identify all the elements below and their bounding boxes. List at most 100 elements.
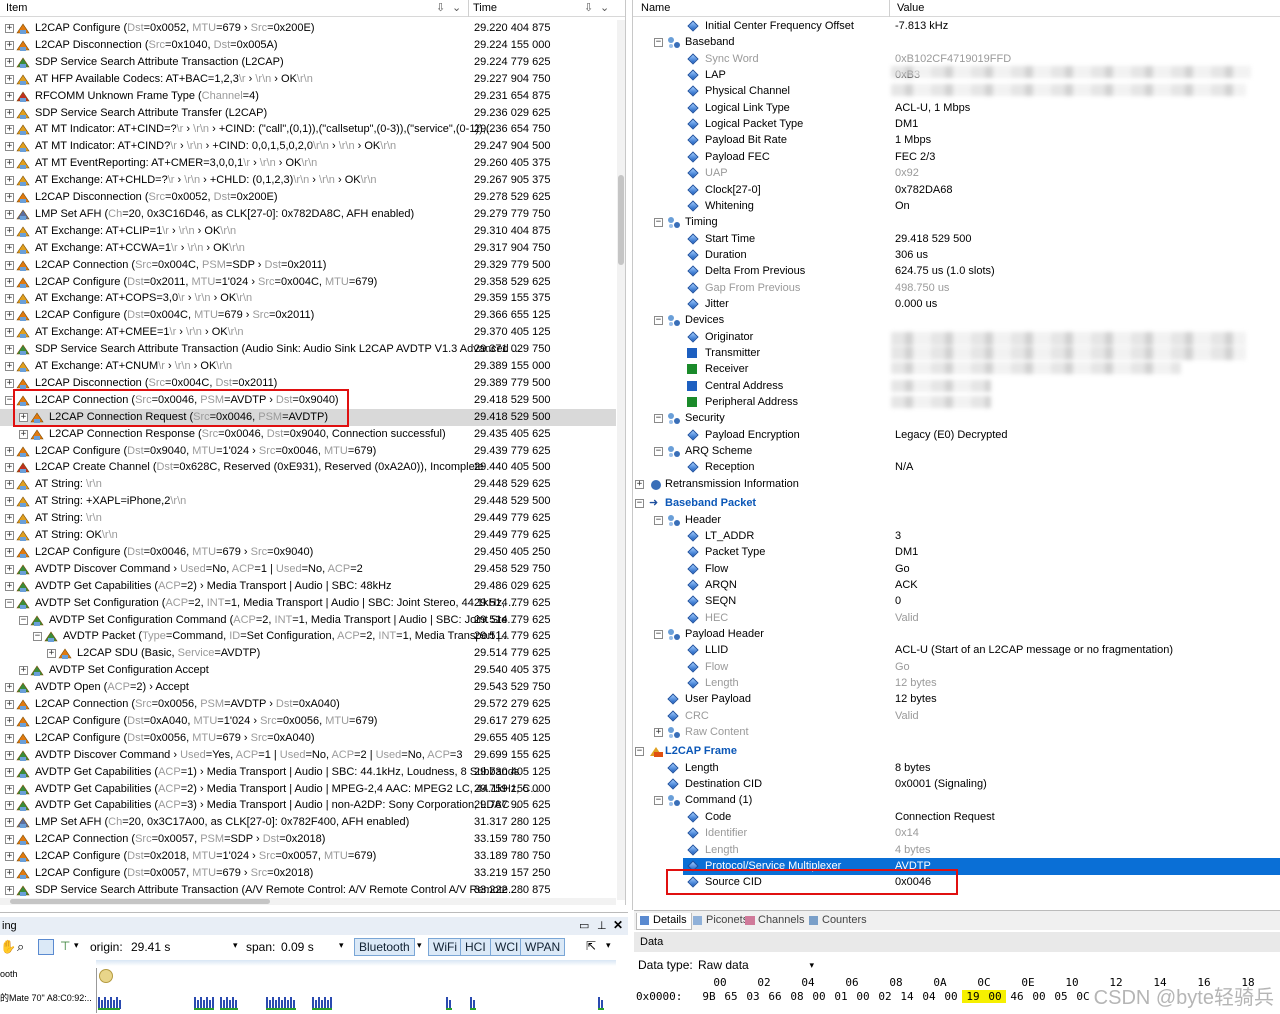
packet-row[interactable]: − AVDTP Set Configuration Command (ACP=2,… [0,612,616,629]
packet-row[interactable]: + L2CAP Configure (Dst=0x0052, MTU=679 › … [0,20,616,37]
expand-toggle[interactable]: + [5,243,14,253]
detail-row[interactable]: Jitter 0.000 us [633,296,1280,313]
column-divider[interactable] [889,0,890,17]
packet-row[interactable]: + L2CAP Connection (Src=0x004C, PSM=SDP ›… [0,257,616,274]
expand-toggle[interactable]: + [5,125,14,135]
hex-byte[interactable]: 0C [1072,990,1094,1003]
column-header-value[interactable]: Value [897,0,924,17]
expand-toggle[interactable]: + [5,885,14,895]
packet-row[interactable]: + AVDTP Discover Command › Used=No, ACP=1… [0,561,616,578]
tab-details[interactable]: Details [636,913,692,930]
expand-toggle[interactable]: + [5,700,14,709]
detail-row[interactable]: − Baseband [633,34,1280,51]
close-icon[interactable]: ✕ [613,918,623,932]
scrollbar-thumb[interactable] [618,175,624,265]
detail-row[interactable]: Reception N/A [633,459,1280,476]
packet-row[interactable]: + AT String: OK\r\n 29.449 779 625 [0,527,616,544]
packet-row[interactable]: + L2CAP Disconnection (Src=0x0052, Dst=0x… [0,189,616,206]
collapse-toggle[interactable]: − [654,414,663,424]
packet-row[interactable]: + AT String: \r\n 29.448 529 625 [0,476,616,493]
expand-toggle[interactable]: + [5,24,14,33]
detail-row[interactable]: Whitening On [633,198,1280,215]
select-tool-icon[interactable] [38,939,54,955]
detail-row[interactable]: HEC Valid [633,610,1280,627]
packet-row[interactable]: + SDP Service Search Attribute Transactio… [0,54,616,71]
packet-row[interactable]: + AT MT EventReporting: AT+CMER=3,0,0,1\r… [0,155,616,172]
packet-row[interactable]: − AVDTP Set Configuration (ACP=2, INT=1, … [0,595,616,612]
packet-row[interactable]: + L2CAP Connection Response (Src=0x0046, … [0,426,616,443]
packet-row[interactable]: + AVDTP Get Capabilities (ACP=2) › Media … [0,781,616,798]
expand-toggle[interactable]: + [5,328,14,338]
detail-row[interactable]: Start Time 29.418 529 500 [633,231,1280,248]
expand-toggle[interactable]: + [5,226,14,236]
packet-row[interactable]: + L2CAP Configure (Dst=0x0056, MTU=679 › … [0,730,616,747]
packet-row[interactable]: + L2CAP Connection (Src=0x0057, PSM=SDP ›… [0,831,616,848]
expand-toggle[interactable]: + [5,209,14,219]
expand-toggle[interactable]: + [5,547,14,557]
expand-toggle[interactable]: + [5,818,14,828]
expand-toggle[interactable]: + [5,193,14,202]
detail-row[interactable]: + Raw Content [633,724,1280,741]
hex-byte[interactable]: 66 [764,990,786,1003]
expand-toggle[interactable]: + [5,294,14,304]
expand-toggle[interactable]: + [5,446,14,456]
detail-row[interactable]: − Header [633,512,1280,529]
collapse-toggle[interactable]: − [654,447,663,457]
hex-byte[interactable]: 46 [1006,990,1028,1003]
packet-row[interactable]: + AT Exchange: AT+CLIP=1\r › \r\n › OK\r\… [0,223,616,240]
expand-toggle[interactable]: + [5,108,14,118]
packet-row[interactable]: + AT MT Indicator: AT+CIND?\r › \r\n › +C… [0,138,616,155]
hex-byte[interactable]: 9B [698,990,720,1003]
packet-row[interactable]: + AT String: +XAPL=iPhone,2\r\n 29.448 529… [0,493,616,510]
expand-toggle[interactable]: + [5,514,14,524]
expand-toggle[interactable]: + [635,479,644,489]
expand-toggle[interactable]: + [5,362,14,371]
collapse-toggle[interactable]: − [654,218,663,228]
detail-row[interactable]: − ARQ Scheme [633,443,1280,460]
expand-toggle[interactable]: + [5,835,14,845]
detail-row[interactable]: − Security [633,410,1280,427]
expand-toggle[interactable]: + [5,581,14,591]
packet-row[interactable]: + AVDTP Get Capabilities (ACP=3) › Media … [0,797,616,814]
detail-row[interactable]: Payload Bit Rate 1 Mbps [633,132,1280,149]
expand-toggle[interactable]: + [19,666,28,676]
hex-byte[interactable]: 00 [940,990,962,1003]
packet-row[interactable]: + AVDTP Get Capabilities (ACP=1) › Media … [0,764,616,781]
pin-icon[interactable]: ⇩ [584,0,593,17]
packet-row[interactable]: + AT Exchange: AT+CCWA=1\r › \r\n › OK\r\… [0,240,616,257]
detail-row[interactable]: LLID ACL-U (Start of an L2CAP message or … [633,642,1280,659]
detail-row[interactable]: Length 4 bytes [633,842,1280,859]
hex-byte[interactable]: 00 [1028,990,1050,1003]
expand-toggle[interactable]: + [5,91,14,101]
expand-toggle[interactable]: + [5,142,14,152]
expand-toggle[interactable]: + [5,260,14,270]
expand-toggle[interactable]: + [5,74,14,84]
expand-toggle[interactable]: + [5,801,14,811]
chevron-down-icon[interactable]: ⌄ [600,0,609,17]
detail-row[interactable]: Identifier 0x14 [633,825,1280,842]
packet-row[interactable]: + L2CAP SDU (Basic, Service=AVDTP) 29.514 … [0,645,616,662]
expand-toggle[interactable]: + [5,463,14,473]
packet-row[interactable]: + AVDTP Discover Command › Used=Yes, ACP=… [0,747,616,764]
chevron-down-icon[interactable]: ▾ [233,940,238,951]
detail-row[interactable]: Flow Go [633,659,1280,676]
expand-toggle[interactable]: + [5,784,14,794]
detail-row[interactable]: CRC Valid [633,708,1280,725]
detail-row[interactable]: Duration 306 us [633,247,1280,264]
packet-row[interactable]: + L2CAP Configure (Dst=0x004C, MTU=679 › … [0,307,616,324]
collapse-toggle[interactable]: − [5,598,14,608]
detail-row[interactable]: Code Connection Request [633,809,1280,826]
tab-counters[interactable]: Counters [806,913,871,930]
origin-field[interactable]: 29.41 s [131,940,170,954]
hex-byte[interactable]: 03 [742,990,764,1003]
pin-icon[interactable]: ⇩ [436,0,445,17]
packet-row[interactable]: + L2CAP Configure (Dst=0x9040, MTU=1'024 … [0,443,616,460]
hex-byte[interactable]: 19 [962,990,984,1003]
detail-row[interactable]: SEQN 0 [633,593,1280,610]
expand-toggle[interactable]: + [5,733,14,743]
packet-row[interactable]: + SDP Service Search Attribute Transfer (… [0,105,616,122]
expand-toggle[interactable]: + [19,429,28,439]
packet-row[interactable]: + AVDTP Set Configuration Accept 29.540 40… [0,662,616,679]
column-header-name[interactable]: Name [641,0,670,17]
expand-icon[interactable]: ⇱ [586,939,596,953]
